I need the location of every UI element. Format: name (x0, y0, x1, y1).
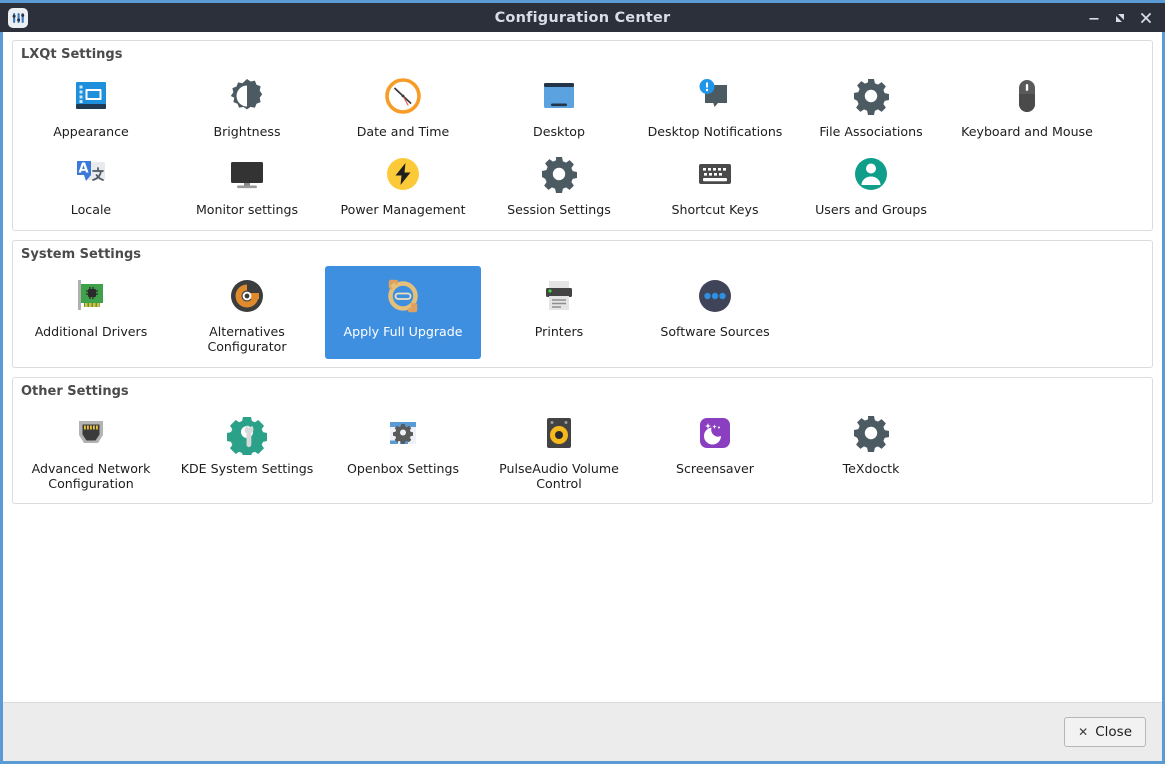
settings-item-label: Screensaver (676, 460, 754, 476)
appearance-icon (67, 72, 115, 120)
alternatives-icon (223, 272, 271, 320)
group-title: System Settings (21, 247, 142, 262)
software-sources-icon (691, 272, 739, 320)
settings-item-locale[interactable]: A Locale (13, 144, 169, 222)
settings-item-desktop-notifications[interactable]: Desktop Notifications (637, 66, 793, 144)
settings-item-advanced-network-configuration[interactable]: Advanced Network Configuration (13, 403, 169, 496)
settings-item-date-and-time[interactable]: Date and Time (325, 66, 481, 144)
kde-gear-wrench-icon (223, 409, 271, 457)
user-circle-icon (847, 150, 895, 198)
settings-item-label: Monitor settings (195, 202, 299, 217)
settings-item-file-associations[interactable]: File Associations (793, 66, 949, 144)
monitor-icon (223, 150, 271, 198)
close-icon[interactable] (1133, 5, 1159, 31)
maximize-icon[interactable] (1107, 5, 1133, 31)
window-title: Configuration Center (494, 9, 671, 26)
clock-icon (379, 72, 427, 120)
settings-item-appearance[interactable]: Appearance (13, 66, 169, 144)
settings-item-label: Keyboard and Mouse (961, 124, 1093, 139)
settings-item-apply-full-upgrade[interactable]: Apply Full Upgrade (325, 266, 481, 359)
settings-item-label: Power Management (340, 202, 466, 217)
settings-item-label: Software Sources (660, 324, 770, 339)
settings-item-label: TeXdoctk (842, 460, 900, 476)
settings-item-monitor-settings[interactable]: Monitor settings (169, 144, 325, 222)
settings-item-label: Date and Time (356, 124, 450, 139)
settings-item-brightness[interactable]: Brightness (169, 66, 325, 144)
close-button[interactable]: ✕ Close (1064, 717, 1146, 747)
gear-icon (847, 72, 895, 120)
group-grid: Advanced Network Configuration KDE Syste… (13, 401, 1152, 496)
close-button-label: Close (1095, 724, 1132, 740)
settings-item-pulseaudio-volume-control[interactable]: PulseAudio Volume Control (481, 403, 637, 496)
gear-icon (847, 409, 895, 457)
settings-item-shortcut-keys[interactable]: Shortcut Keys (637, 144, 793, 222)
settings-item-label: Advanced Network Configuration (31, 460, 151, 491)
group-lxqt-settings: LXQt Settings Appearance Brightness Date… (12, 40, 1153, 231)
minimize-icon[interactable] (1081, 5, 1107, 31)
gear-icon (535, 150, 583, 198)
settings-item-label: File Associations (819, 124, 923, 139)
group-grid: Additional Drivers Alternatives Configur… (13, 264, 1152, 359)
settings-item-session-settings[interactable]: Session Settings (481, 144, 637, 222)
ethernet-port-icon (67, 409, 115, 457)
brightness-icon (223, 72, 271, 120)
close-x-icon: ✕ (1078, 725, 1089, 739)
settings-item-keyboard-and-mouse[interactable]: Keyboard and Mouse (949, 66, 1105, 144)
settings-item-desktop[interactable]: Desktop (481, 66, 637, 144)
keyboard-icon (691, 150, 739, 198)
printer-icon (535, 272, 583, 320)
settings-item-label: Brightness (213, 124, 281, 139)
group-title: Other Settings (21, 383, 129, 399)
dialog-footer: ✕ Close (3, 702, 1162, 761)
settings-item-alternatives-configurator[interactable]: Alternatives Configurator (169, 266, 325, 359)
settings-item-users-and-groups[interactable]: Users and Groups (793, 144, 949, 222)
group-title: LXQt Settings (21, 47, 123, 62)
desktop-icon (535, 72, 583, 120)
settings-item-software-sources[interactable]: Software Sources (637, 266, 793, 359)
configuration-center-window: Configuration Center LXQt Settings Appea… (0, 0, 1165, 764)
group-other-settings: Other Settings Advanced Network Configur… (12, 376, 1153, 505)
settings-item-label: Apply Full Upgrade (343, 324, 463, 339)
settings-item-label: Desktop (533, 124, 585, 139)
window-controls (1081, 5, 1165, 31)
settings-item-printers[interactable]: Printers (481, 266, 637, 359)
mouse-icon (1003, 72, 1051, 120)
pci-card-icon (67, 272, 115, 320)
settings-item-label: Locale (70, 202, 112, 217)
translate-icon: A (67, 150, 115, 198)
settings-item-label: KDE System Settings (180, 460, 314, 476)
power-bolt-icon (379, 150, 427, 198)
settings-item-openbox-settings[interactable]: Openbox Settings (325, 403, 481, 496)
settings-item-label: Shortcut Keys (671, 202, 759, 217)
group-system-settings: System Settings Additional Drivers Alter… (12, 240, 1153, 368)
settings-content: LXQt Settings Appearance Brightness Date… (3, 32, 1162, 702)
group-grid: Appearance Brightness Date and Time Desk… (13, 64, 1152, 222)
settings-item-texdoctk[interactable]: TeXdoctk (793, 403, 949, 496)
settings-item-label: Alternatives Configurator (207, 324, 287, 354)
openbox-window-icon (379, 409, 427, 457)
svg-text:A: A (78, 162, 88, 177)
settings-item-label: Printers (534, 324, 584, 339)
settings-item-label: PulseAudio Volume Control (499, 460, 619, 491)
settings-item-kde-system-settings[interactable]: KDE System Settings (169, 403, 325, 496)
config-center-icon (8, 7, 28, 28)
settings-item-label: Session Settings (507, 202, 611, 217)
title-bar: Configuration Center (0, 0, 1165, 32)
settings-item-label: Desktop Notifications (647, 124, 783, 139)
moon-stars-icon (691, 409, 739, 457)
settings-item-label: Openbox Settings (346, 460, 460, 476)
settings-item-additional-drivers[interactable]: Additional Drivers (13, 266, 169, 359)
settings-item-power-management[interactable]: Power Management (325, 144, 481, 222)
speaker-icon (535, 409, 583, 457)
settings-item-label: Users and Groups (815, 202, 927, 217)
upgrade-refresh-icon (379, 272, 427, 320)
settings-item-label: Additional Drivers (34, 324, 148, 339)
settings-item-label: Appearance (53, 124, 129, 139)
settings-item-screensaver[interactable]: Screensaver (637, 403, 793, 496)
notification-icon (691, 72, 739, 120)
